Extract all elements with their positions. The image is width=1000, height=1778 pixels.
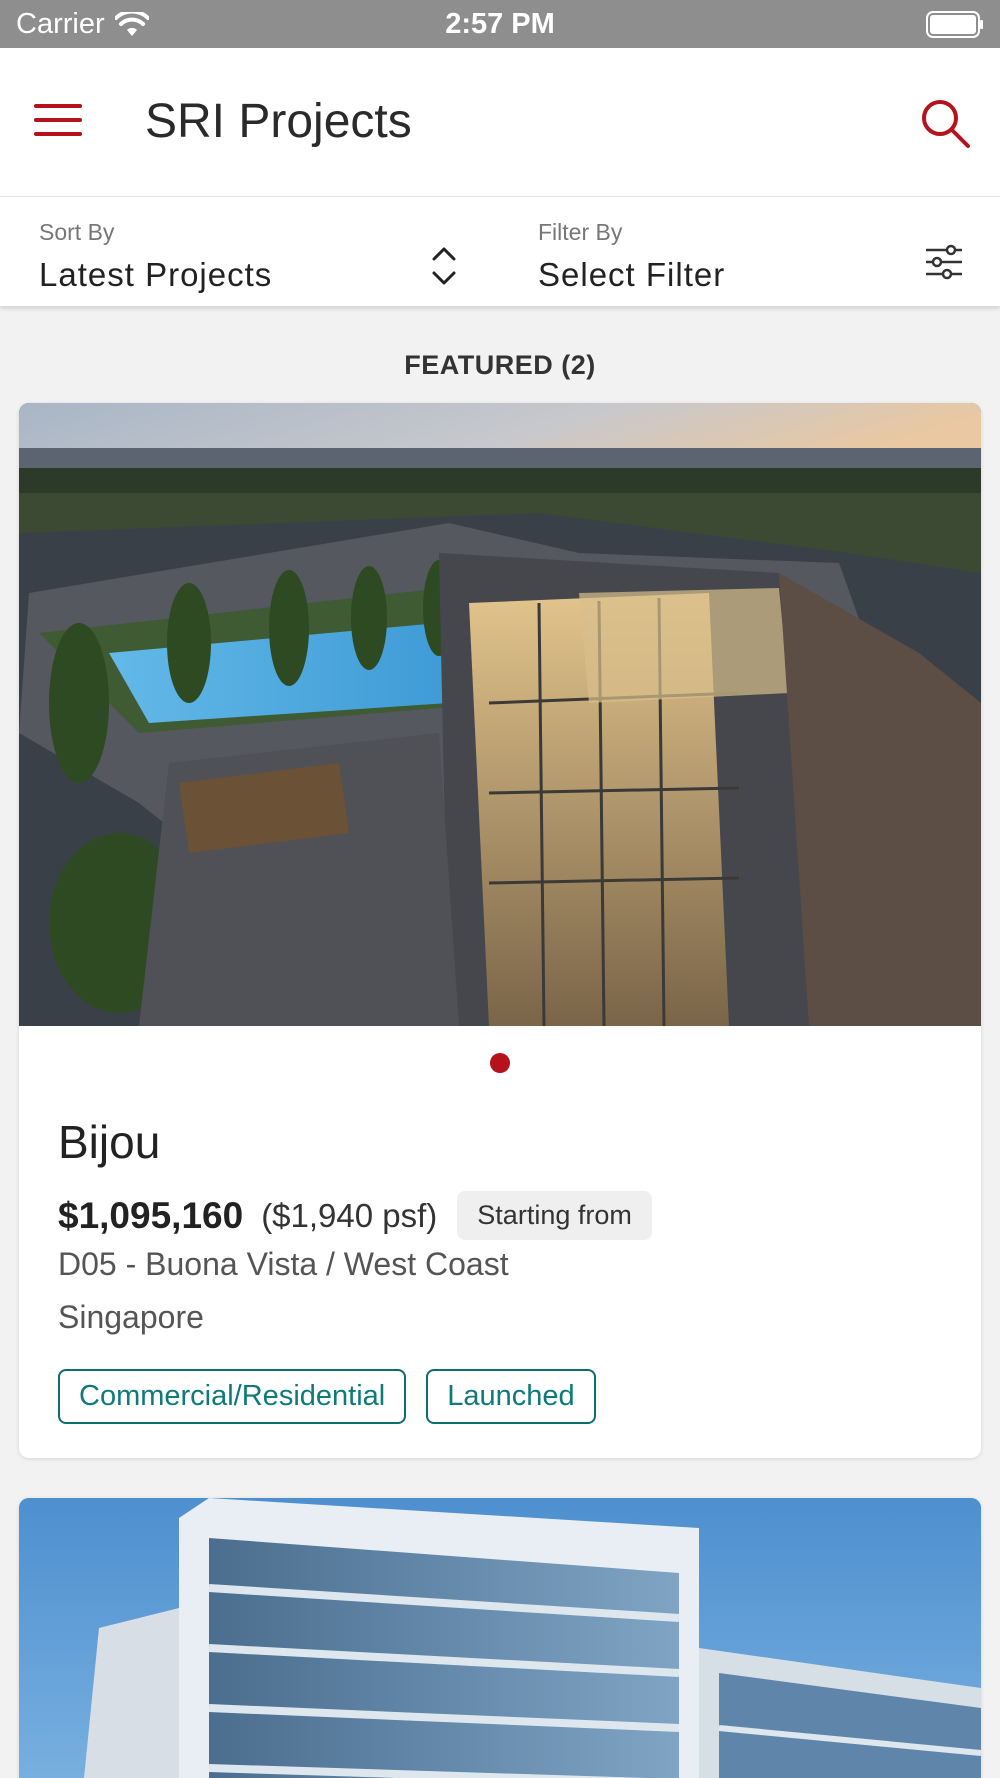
project-card[interactable] (19, 1498, 981, 1778)
project-card[interactable]: Bijou $1,095,160 ($1,940 psf) Starting f… (19, 403, 981, 1458)
sort-value: Latest Projects (39, 256, 273, 293)
project-tags: Commercial/Residential Launched (58, 1369, 596, 1424)
project-psf: ($1,940 psf) (261, 1196, 438, 1234)
sliders-icon[interactable] (925, 244, 963, 280)
project-district: D05 - Buona Vista / West Coast (58, 1246, 509, 1282)
carousel-indicator-dot[interactable] (490, 1053, 510, 1073)
sort-dropdown[interactable]: Sort By Latest Projects (39, 219, 479, 297)
project-country: Singapore (58, 1299, 204, 1335)
project-status-tag: Launched (426, 1369, 596, 1424)
project-type-tag: Commercial/Residential (58, 1369, 407, 1424)
battery-icon (926, 11, 983, 38)
filter-caption: Filter By (538, 219, 623, 245)
status-bar: Carrier 2:57 PM (0, 0, 1000, 48)
app-header: SRI Projects (0, 48, 1000, 196)
hamburger-menu-icon[interactable] (34, 104, 82, 140)
status-time: 2:57 PM (445, 8, 555, 40)
filter-dropdown[interactable]: Filter By Select Filter (538, 219, 968, 297)
featured-section-title: FEATURED (2) (404, 350, 596, 380)
project-name: Bijou (58, 1116, 161, 1168)
price-tag-badge: Starting from (457, 1191, 652, 1240)
sort-chevrons-icon[interactable] (428, 244, 460, 288)
condominium-rooftop-photo (19, 403, 981, 1026)
search-icon[interactable] (918, 96, 972, 150)
project-price: $1,095,160 (58, 1194, 244, 1236)
price-row: $1,095,160 ($1,940 psf) Starting from (58, 1191, 652, 1240)
page-title: SRI Projects (145, 95, 412, 148)
sort-caption: Sort By (39, 219, 115, 245)
filter-value: Select Filter (538, 256, 726, 293)
sort-filter-bar: Sort By Latest Projects Filter By Select… (0, 196, 1000, 306)
office-building-photo (19, 1498, 981, 1778)
